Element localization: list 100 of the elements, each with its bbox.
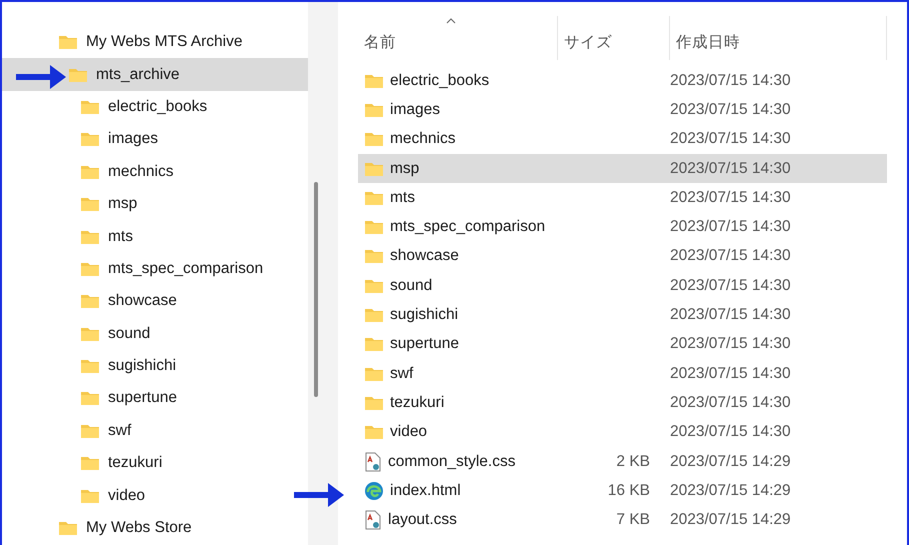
file-date: 2023/07/15 14:30 <box>670 130 791 148</box>
file-date: 2023/07/15 14:30 <box>670 188 791 206</box>
tree-item[interactable]: sound <box>2 318 158 350</box>
file-name: mechnics <box>390 130 456 148</box>
folder-icon <box>80 358 100 374</box>
tree-item[interactable]: mts_archive <box>2 58 308 91</box>
arrow-icon <box>16 62 66 92</box>
file-date: 2023/07/15 14:30 <box>670 423 791 440</box>
file-name: layout.css <box>388 511 457 530</box>
folder-icon <box>364 424 384 440</box>
file-date: 2023/07/15 14:30 <box>670 394 791 411</box>
column-header[interactable]: サイズ <box>558 16 670 60</box>
file-row[interactable]: sound 2023/07/15 14:30 <box>358 271 887 300</box>
file-row[interactable]: electric_books 2023/07/15 14:30 <box>358 66 887 96</box>
file-date: 2023/07/15 14:30 <box>670 247 791 264</box>
file-name: video <box>390 423 428 442</box>
file-date: 2023/07/15 14:29 <box>670 511 791 528</box>
folder-icon <box>58 520 78 536</box>
folder-icon <box>364 160 384 177</box>
tree-item[interactable]: images <box>2 123 166 156</box>
file-size: 16 KB <box>608 482 650 499</box>
file-row[interactable]: supertune 2023/07/15 14:30 <box>358 330 887 359</box>
file-row[interactable]: mts 2023/07/15 14:30 <box>358 183 887 212</box>
tree-item[interactable]: video <box>2 479 154 512</box>
file-size: 7 KB <box>616 511 650 528</box>
file-name: index.html <box>390 482 461 500</box>
folder-icon <box>80 196 100 212</box>
file-name: showcase <box>390 247 459 266</box>
file-row[interactable]: video 2023/07/15 14:30 <box>358 418 887 447</box>
file-date: 2023/07/15 14:30 <box>670 306 791 324</box>
file-row[interactable]: layout.css 7 KB 2023/07/15 14:29 <box>358 505 887 535</box>
file-name: electric_books <box>390 72 490 90</box>
folder-icon <box>80 293 100 310</box>
folder-icon <box>364 307 384 324</box>
file-row[interactable]: common_style.css 2 KB 2023/07/15 14:29 <box>358 446 887 476</box>
tree-item[interactable]: sugishichi <box>2 350 184 382</box>
folder-icon <box>80 488 100 504</box>
file-row[interactable]: tezukuri 2023/07/15 14:30 <box>358 388 887 418</box>
file-row[interactable]: showcase 2023/07/15 14:30 <box>358 242 887 272</box>
file-row[interactable]: mts_spec_comparison 2023/07/15 14:30 <box>358 212 887 242</box>
file-name: tezukuri <box>390 394 444 412</box>
file-name: mts_spec_comparison <box>390 218 546 236</box>
tree-item[interactable]: showcase <box>2 285 185 318</box>
document-icon <box>364 452 382 472</box>
folder-icon <box>364 278 384 294</box>
tree-item[interactable]: mts_spec_comparison <box>2 252 272 286</box>
file-name: supertune <box>390 335 459 354</box>
file-date: 2023/07/15 14:30 <box>670 100 791 118</box>
folder-icon <box>364 394 384 411</box>
file-name: common_style.css <box>388 452 516 470</box>
tree-item[interactable]: msp <box>2 188 146 220</box>
scrollbar[interactable] <box>314 182 318 397</box>
folder-icon <box>80 260 100 277</box>
file-row[interactable]: swf 2023/07/15 14:30 <box>358 358 887 388</box>
file-date: 2023/07/15 14:29 <box>670 452 791 470</box>
file-name: msp <box>390 160 420 178</box>
file-date: 2023/07/15 14:30 <box>670 364 791 382</box>
file-row[interactable]: index.html 16 KB 2023/07/15 14:29 <box>358 476 887 506</box>
file-row[interactable]: images 2023/07/15 14:30 <box>358 95 887 125</box>
folder-icon <box>364 366 384 382</box>
column-header[interactable]: 作成日時 <box>670 16 887 60</box>
tree-item[interactable]: My Webs Store <box>2 512 200 544</box>
folder-icon <box>364 190 384 206</box>
column-header[interactable]: 名前 <box>358 16 558 60</box>
tree-item[interactable]: electric_books <box>2 90 216 124</box>
folder-icon <box>68 66 88 83</box>
file-name: sugishichi <box>390 306 458 324</box>
tree-item[interactable]: supertune <box>2 382 185 415</box>
folder-icon <box>80 98 100 115</box>
file-name: mts <box>390 188 415 207</box>
file-date: 2023/07/15 14:30 <box>670 276 791 294</box>
folder-icon <box>58 34 78 50</box>
file-date: 2023/07/15 14:29 <box>670 482 791 499</box>
file-date: 2023/07/15 14:30 <box>670 72 791 89</box>
folder-icon <box>80 164 100 180</box>
file-row[interactable]: msp 2023/07/15 14:30 <box>358 154 887 184</box>
file-date: 2023/07/15 14:30 <box>670 160 791 177</box>
folder-icon <box>364 248 384 264</box>
folder-icon <box>364 219 384 236</box>
tree-item[interactable]: mechnics <box>2 156 182 188</box>
document-icon <box>364 510 382 530</box>
sort-caret-icon <box>446 18 456 24</box>
file-name: swf <box>390 364 414 383</box>
file-name: images <box>390 100 440 119</box>
folder-icon <box>364 336 384 352</box>
tree-item[interactable]: My Webs MTS Archive <box>2 26 250 58</box>
file-name: sound <box>390 276 432 295</box>
tree-item[interactable]: swf <box>2 414 140 448</box>
arrow-icon <box>294 480 344 510</box>
tree-item[interactable]: mts <box>2 220 141 253</box>
folder-icon <box>80 422 100 439</box>
folder-icon <box>80 455 100 472</box>
folder-icon <box>80 326 100 342</box>
file-row[interactable]: mechnics 2023/07/15 14:30 <box>358 124 887 154</box>
file-row[interactable]: sugishichi 2023/07/15 14:30 <box>358 300 887 330</box>
folder-icon <box>364 131 384 148</box>
tree-item[interactable]: tezukuri <box>2 447 170 480</box>
file-date: 2023/07/15 14:30 <box>670 335 791 352</box>
folder-icon <box>364 72 384 89</box>
folder-icon <box>80 390 100 406</box>
